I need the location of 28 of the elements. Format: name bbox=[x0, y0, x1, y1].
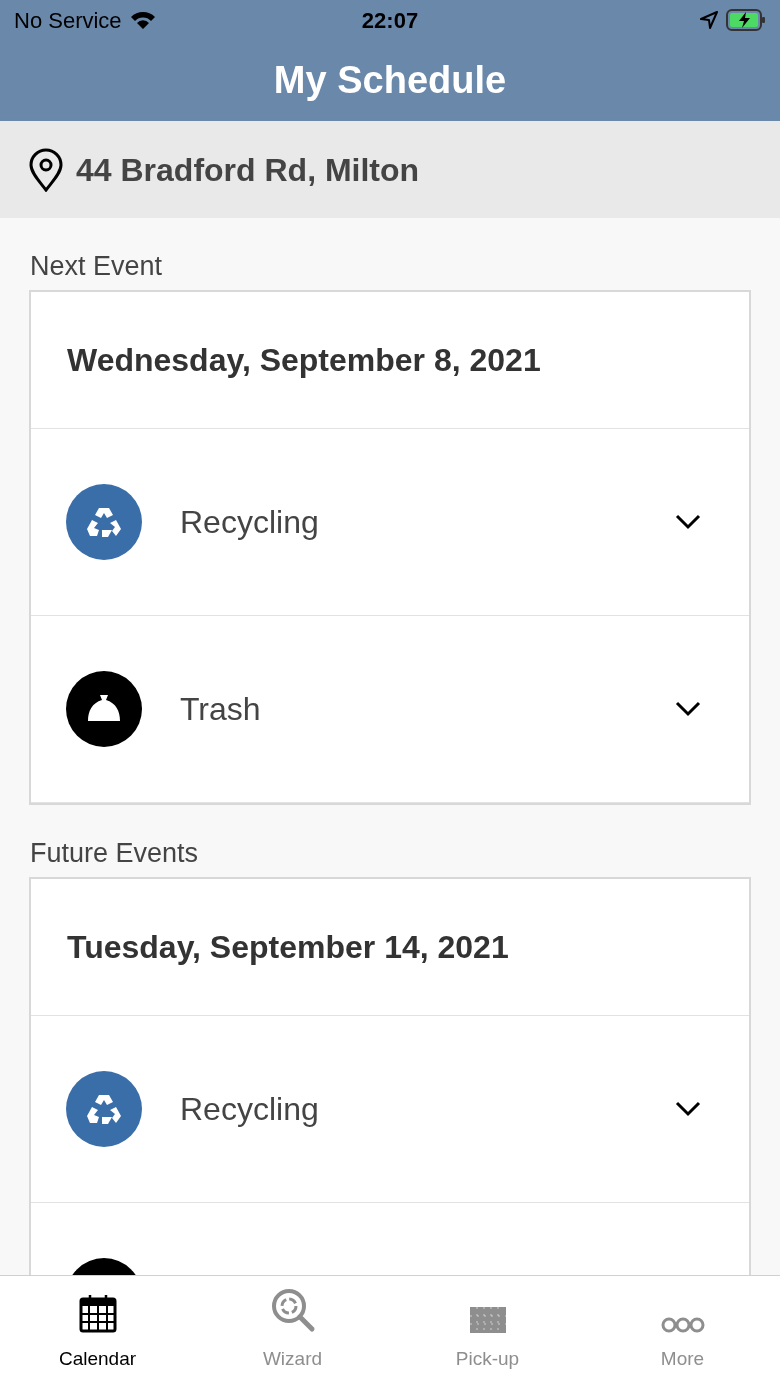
pickup-label: Recycling bbox=[180, 503, 320, 542]
calendar-icon bbox=[78, 1292, 117, 1333]
screen-title: My Schedule bbox=[273, 58, 507, 103]
event-date: Wednesday, September 8, 2021 bbox=[67, 341, 541, 380]
clock: 22:07 bbox=[361, 6, 419, 35]
recycle-icon bbox=[66, 484, 142, 560]
chevron-down-icon[interactable] bbox=[675, 514, 701, 530]
recycle-icon bbox=[66, 1071, 142, 1147]
pickup-row[interactable]: Trash bbox=[31, 616, 749, 803]
carrier-label: No Service bbox=[14, 6, 122, 35]
trash-bag-icon bbox=[66, 671, 142, 747]
section-label: Next Event bbox=[30, 249, 163, 283]
chevron-down-icon[interactable] bbox=[675, 1101, 701, 1117]
pickup-row[interactable]: Recycling bbox=[31, 429, 749, 616]
wifi-icon bbox=[129, 10, 156, 30]
location-arrow-icon bbox=[700, 11, 718, 29]
chevron-down-icon[interactable] bbox=[675, 701, 701, 717]
location-pin-icon bbox=[28, 147, 64, 192]
more-icon bbox=[660, 1316, 705, 1333]
pickup-row[interactable]: Recycling bbox=[31, 1016, 749, 1203]
pickup-label: Recycling bbox=[180, 1090, 320, 1129]
event-date: Tuesday, September 14, 2021 bbox=[67, 928, 509, 967]
recycle-search-icon bbox=[269, 1286, 316, 1333]
battery-icon bbox=[726, 9, 766, 31]
pickup-label: Trash bbox=[180, 690, 262, 729]
grid-icon bbox=[469, 1306, 506, 1333]
tab-item[interactable]: Calendar bbox=[0, 1276, 195, 1387]
section-label: Future Events bbox=[30, 836, 199, 870]
